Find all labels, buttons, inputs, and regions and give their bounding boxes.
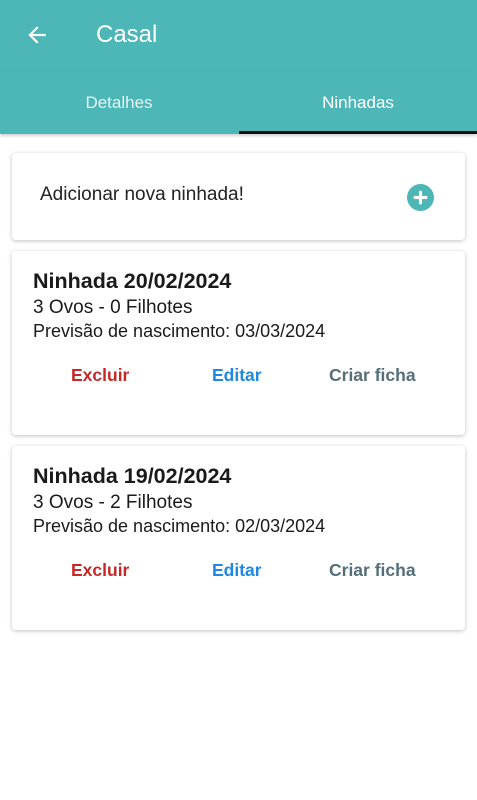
litter-title: Ninhada 19/02/2024 [33, 464, 232, 488]
plus-circle-icon[interactable] [407, 184, 434, 211]
tab-litters[interactable]: Ninhadas [239, 71, 477, 134]
litter-card: Ninhada 20/02/2024 3 Ovos - 0 Filhotes P… [12, 251, 465, 435]
litter-counts: 3 Ovos - 2 Filhotes [33, 492, 193, 513]
litter-forecast: Previsão de nascimento: 02/03/2024 [33, 516, 326, 536]
delete-button[interactable]: Excluir [71, 365, 129, 386]
tab-bar: Detalhes Ninhadas [0, 71, 477, 134]
add-litter-label: Adicionar nova ninhada! [40, 184, 244, 205]
litter-counts: 3 Ovos - 0 Filhotes [33, 297, 193, 318]
edit-button[interactable]: Editar [212, 365, 262, 386]
litter-forecast: Previsão de nascimento: 03/03/2024 [33, 321, 326, 341]
create-sheet-button[interactable]: Criar ficha [329, 560, 416, 581]
delete-button[interactable]: Excluir [71, 560, 129, 581]
app-bar: Casal [0, 0, 477, 71]
page-title: Casal [96, 21, 158, 48]
back-button[interactable] [16, 14, 58, 56]
litter-title: Ninhada 20/02/2024 [33, 269, 232, 293]
tab-details[interactable]: Detalhes [0, 71, 238, 134]
arrow-left-icon [28, 26, 46, 44]
create-sheet-button[interactable]: Criar ficha [329, 365, 416, 386]
add-litter-card[interactable]: Adicionar nova ninhada! [12, 153, 465, 240]
edit-button[interactable]: Editar [212, 560, 262, 581]
litter-card: Ninhada 19/02/2024 3 Ovos - 2 Filhotes P… [12, 446, 465, 630]
tab-indicator [239, 131, 477, 134]
